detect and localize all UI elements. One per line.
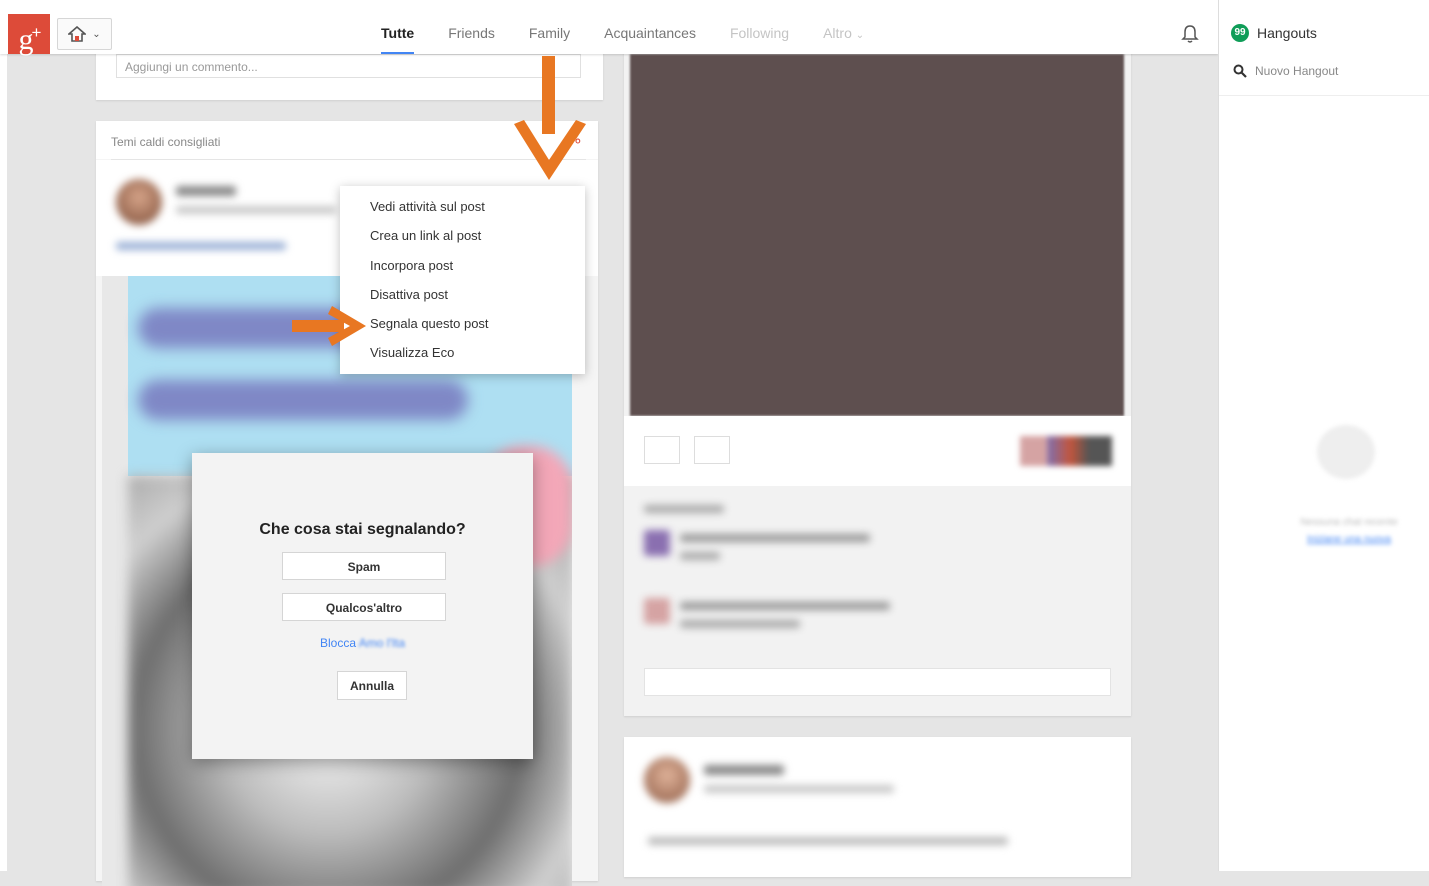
divider bbox=[1219, 95, 1429, 96]
google-plus-logo[interactable]: g+ bbox=[8, 14, 50, 56]
comment-avatar bbox=[644, 598, 670, 624]
comment-text bbox=[680, 552, 720, 560]
tab-altro[interactable]: Altro ⌄ bbox=[806, 0, 881, 54]
hot-topics-label: Temi caldi consigliati bbox=[111, 135, 221, 149]
hangouts-panel: 99 Hangouts Nuovo Hangout Nessuna chat r… bbox=[1218, 0, 1429, 871]
cancel-button[interactable]: Annulla bbox=[337, 671, 407, 700]
plus-one-button[interactable] bbox=[644, 436, 680, 464]
menu-item-embed-post[interactable]: Incorpora post bbox=[340, 251, 585, 280]
no-recent-chats: Nessuna chat recente Iniziane una nuova bbox=[1279, 517, 1419, 545]
avatar[interactable] bbox=[116, 179, 162, 225]
next-post-card bbox=[624, 737, 1131, 877]
blurred-text-blob bbox=[138, 380, 468, 420]
plusoners-avatars[interactable] bbox=[1020, 436, 1112, 466]
comment-text bbox=[680, 534, 870, 542]
avatar[interactable] bbox=[644, 757, 690, 803]
home-menu-button[interactable]: ⌄ bbox=[57, 18, 112, 50]
comment-text bbox=[680, 602, 890, 610]
menu-item-mute-post[interactable]: Disattiva post bbox=[340, 280, 585, 309]
spam-button[interactable]: Spam bbox=[282, 552, 446, 580]
tab-tutte[interactable]: Tutte bbox=[364, 0, 431, 54]
new-hangout-placeholder: Nuovo Hangout bbox=[1255, 64, 1339, 78]
comment-input[interactable] bbox=[644, 668, 1111, 696]
chevron-down-icon: ⌄ bbox=[92, 28, 101, 40]
start-new-hangout-link[interactable]: Iniziane una nuova bbox=[1279, 534, 1419, 545]
location-text bbox=[648, 837, 1008, 845]
block-user-link[interactable]: Blocca Amo l'Ita bbox=[192, 636, 533, 650]
chevron-down-icon: ⌄ bbox=[855, 30, 865, 41]
logo-letter: g bbox=[18, 23, 34, 56]
comment-text bbox=[680, 620, 800, 628]
menu-item-report-post[interactable]: Segnala questo post bbox=[340, 309, 585, 338]
menu-item-link-to-post[interactable]: Crea un link al post bbox=[340, 221, 585, 250]
tab-following[interactable]: Following bbox=[713, 0, 806, 54]
annotation-arrow-down-icon bbox=[514, 56, 586, 180]
share-button[interactable] bbox=[694, 436, 730, 464]
post-photo[interactable] bbox=[630, 54, 1124, 416]
hangouts-header[interactable]: 99 Hangouts bbox=[1231, 24, 1317, 42]
author-name bbox=[176, 186, 236, 196]
something-else-button[interactable]: Qualcos'altro bbox=[282, 593, 446, 621]
tab-family[interactable]: Family bbox=[512, 0, 587, 54]
tab-altro-label: Altro bbox=[823, 25, 852, 41]
bell-icon[interactable] bbox=[1181, 24, 1199, 44]
new-hangout-search[interactable]: Nuovo Hangout bbox=[1233, 64, 1338, 78]
comments-count bbox=[644, 505, 724, 513]
window-left-edge bbox=[0, 54, 7, 871]
home-icon bbox=[68, 26, 87, 42]
tab-acquaintances[interactable]: Acquaintances bbox=[587, 0, 713, 54]
search-icon bbox=[1233, 64, 1247, 78]
dialog-title: Che cosa stai segnalando? bbox=[259, 521, 466, 538]
middle-post-card bbox=[624, 40, 1131, 716]
author-name bbox=[704, 765, 784, 775]
post-options-menu: Vedi attività sul post Crea un link al p… bbox=[340, 186, 585, 374]
tab-friends[interactable]: Friends bbox=[431, 0, 512, 54]
post-link bbox=[116, 242, 286, 250]
hangouts-title: Hangouts bbox=[1257, 25, 1317, 41]
menu-item-view-ripples[interactable]: Visualizza Eco bbox=[340, 338, 585, 367]
block-link-username: Amo l'Ita bbox=[358, 636, 405, 650]
author-meta bbox=[176, 206, 336, 214]
comment-avatar bbox=[644, 530, 670, 556]
stream-tabs: Tutte Friends Family Acquaintances Follo… bbox=[364, 0, 881, 54]
block-link-label: Blocca bbox=[319, 636, 357, 650]
empty-state-text: Nessuna chat recente bbox=[1300, 517, 1398, 528]
menu-item-view-activity[interactable]: Vedi attività sul post bbox=[340, 192, 585, 221]
top-bar: g+ ⌄ Tutte Friends Family Acquaintances … bbox=[0, 0, 1218, 56]
logo-plus: + bbox=[31, 23, 42, 42]
report-dialog: Che cosa stai segnalando? Spam Qualcos'a… bbox=[192, 453, 533, 759]
author-meta bbox=[704, 785, 894, 793]
hangouts-icon: 99 bbox=[1231, 24, 1249, 42]
annotation-arrow-right-icon bbox=[292, 306, 366, 346]
chat-bubble-icon bbox=[1317, 425, 1375, 479]
